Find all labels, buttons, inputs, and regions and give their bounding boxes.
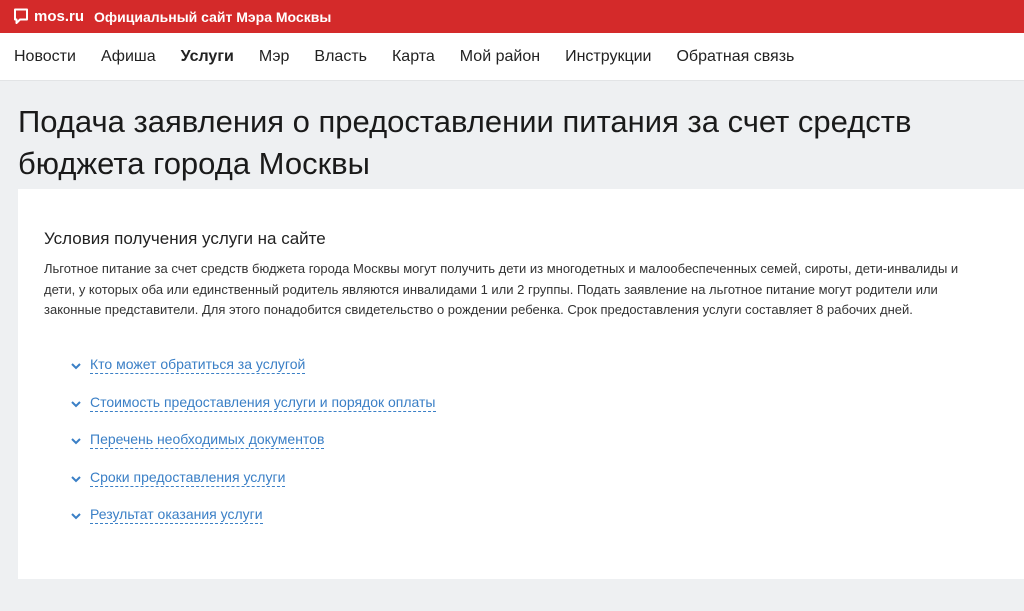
conditions-title: Условия получения услуги на сайте — [44, 229, 326, 248]
chevron-down-icon — [70, 472, 82, 484]
accordion-item-who-can-apply[interactable]: Кто может обратиться за услугой — [70, 347, 996, 385]
page-title: Подача заявления о предоставлении питани… — [18, 104, 912, 181]
chevron-down-icon — [70, 359, 82, 371]
accordion-label[interactable]: Сроки предоставления услуги — [90, 469, 286, 487]
nav-item-map[interactable]: Карта — [392, 48, 435, 66]
accordion-item-terms[interactable]: Сроки предоставления услуги — [70, 459, 996, 497]
accordion-label[interactable]: Кто может обратиться за услугой — [90, 356, 306, 375]
top-bar: mos.ru Официальный сайт Мэра Москвы — [0, 0, 1024, 33]
nav-item-afisha[interactable]: Афиша — [101, 48, 156, 66]
accordion-item-documents[interactable]: Перечень необходимых документов — [70, 422, 996, 460]
site-title: Официальный сайт Мэра Москвы — [94, 8, 332, 25]
nav-item-news[interactable]: Новости — [14, 48, 76, 66]
speech-bubble-icon[interactable] — [13, 8, 29, 25]
nav-item-my-district[interactable]: Мой район — [460, 48, 540, 66]
nav-item-instructions[interactable]: Инструкции — [565, 48, 651, 66]
service-card: Условия получения услуги на сайте Льготн… — [18, 189, 1024, 579]
chevron-down-icon — [70, 509, 82, 521]
accordion-label[interactable]: Перечень необходимых документов — [90, 431, 325, 450]
chevron-down-icon — [70, 397, 82, 409]
accordion-list: Кто может обратиться за услугой Стоимост… — [70, 347, 996, 535]
main-nav: Новости Афиша Услуги Мэр Власть Карта Мо… — [0, 33, 1024, 81]
nav-item-mayor[interactable]: Мэр — [259, 48, 290, 66]
chevron-down-icon — [70, 434, 82, 446]
accordion-label[interactable]: Результат оказания услуги — [90, 506, 263, 525]
nav-item-government[interactable]: Власть — [314, 48, 367, 66]
conditions-text: Льготное питание за счет средств бюджета… — [44, 261, 959, 317]
nav-item-services[interactable]: Услуги — [181, 48, 234, 66]
logo-text[interactable]: mos.ru — [34, 8, 84, 25]
accordion-item-cost[interactable]: Стоимость предоставления услуги и порядо… — [70, 384, 996, 422]
accordion-item-result[interactable]: Результат оказания услуги — [70, 497, 996, 535]
accordion-label[interactable]: Стоимость предоставления услуги и порядо… — [90, 394, 436, 412]
nav-item-feedback[interactable]: Обратная связь — [676, 48, 794, 66]
